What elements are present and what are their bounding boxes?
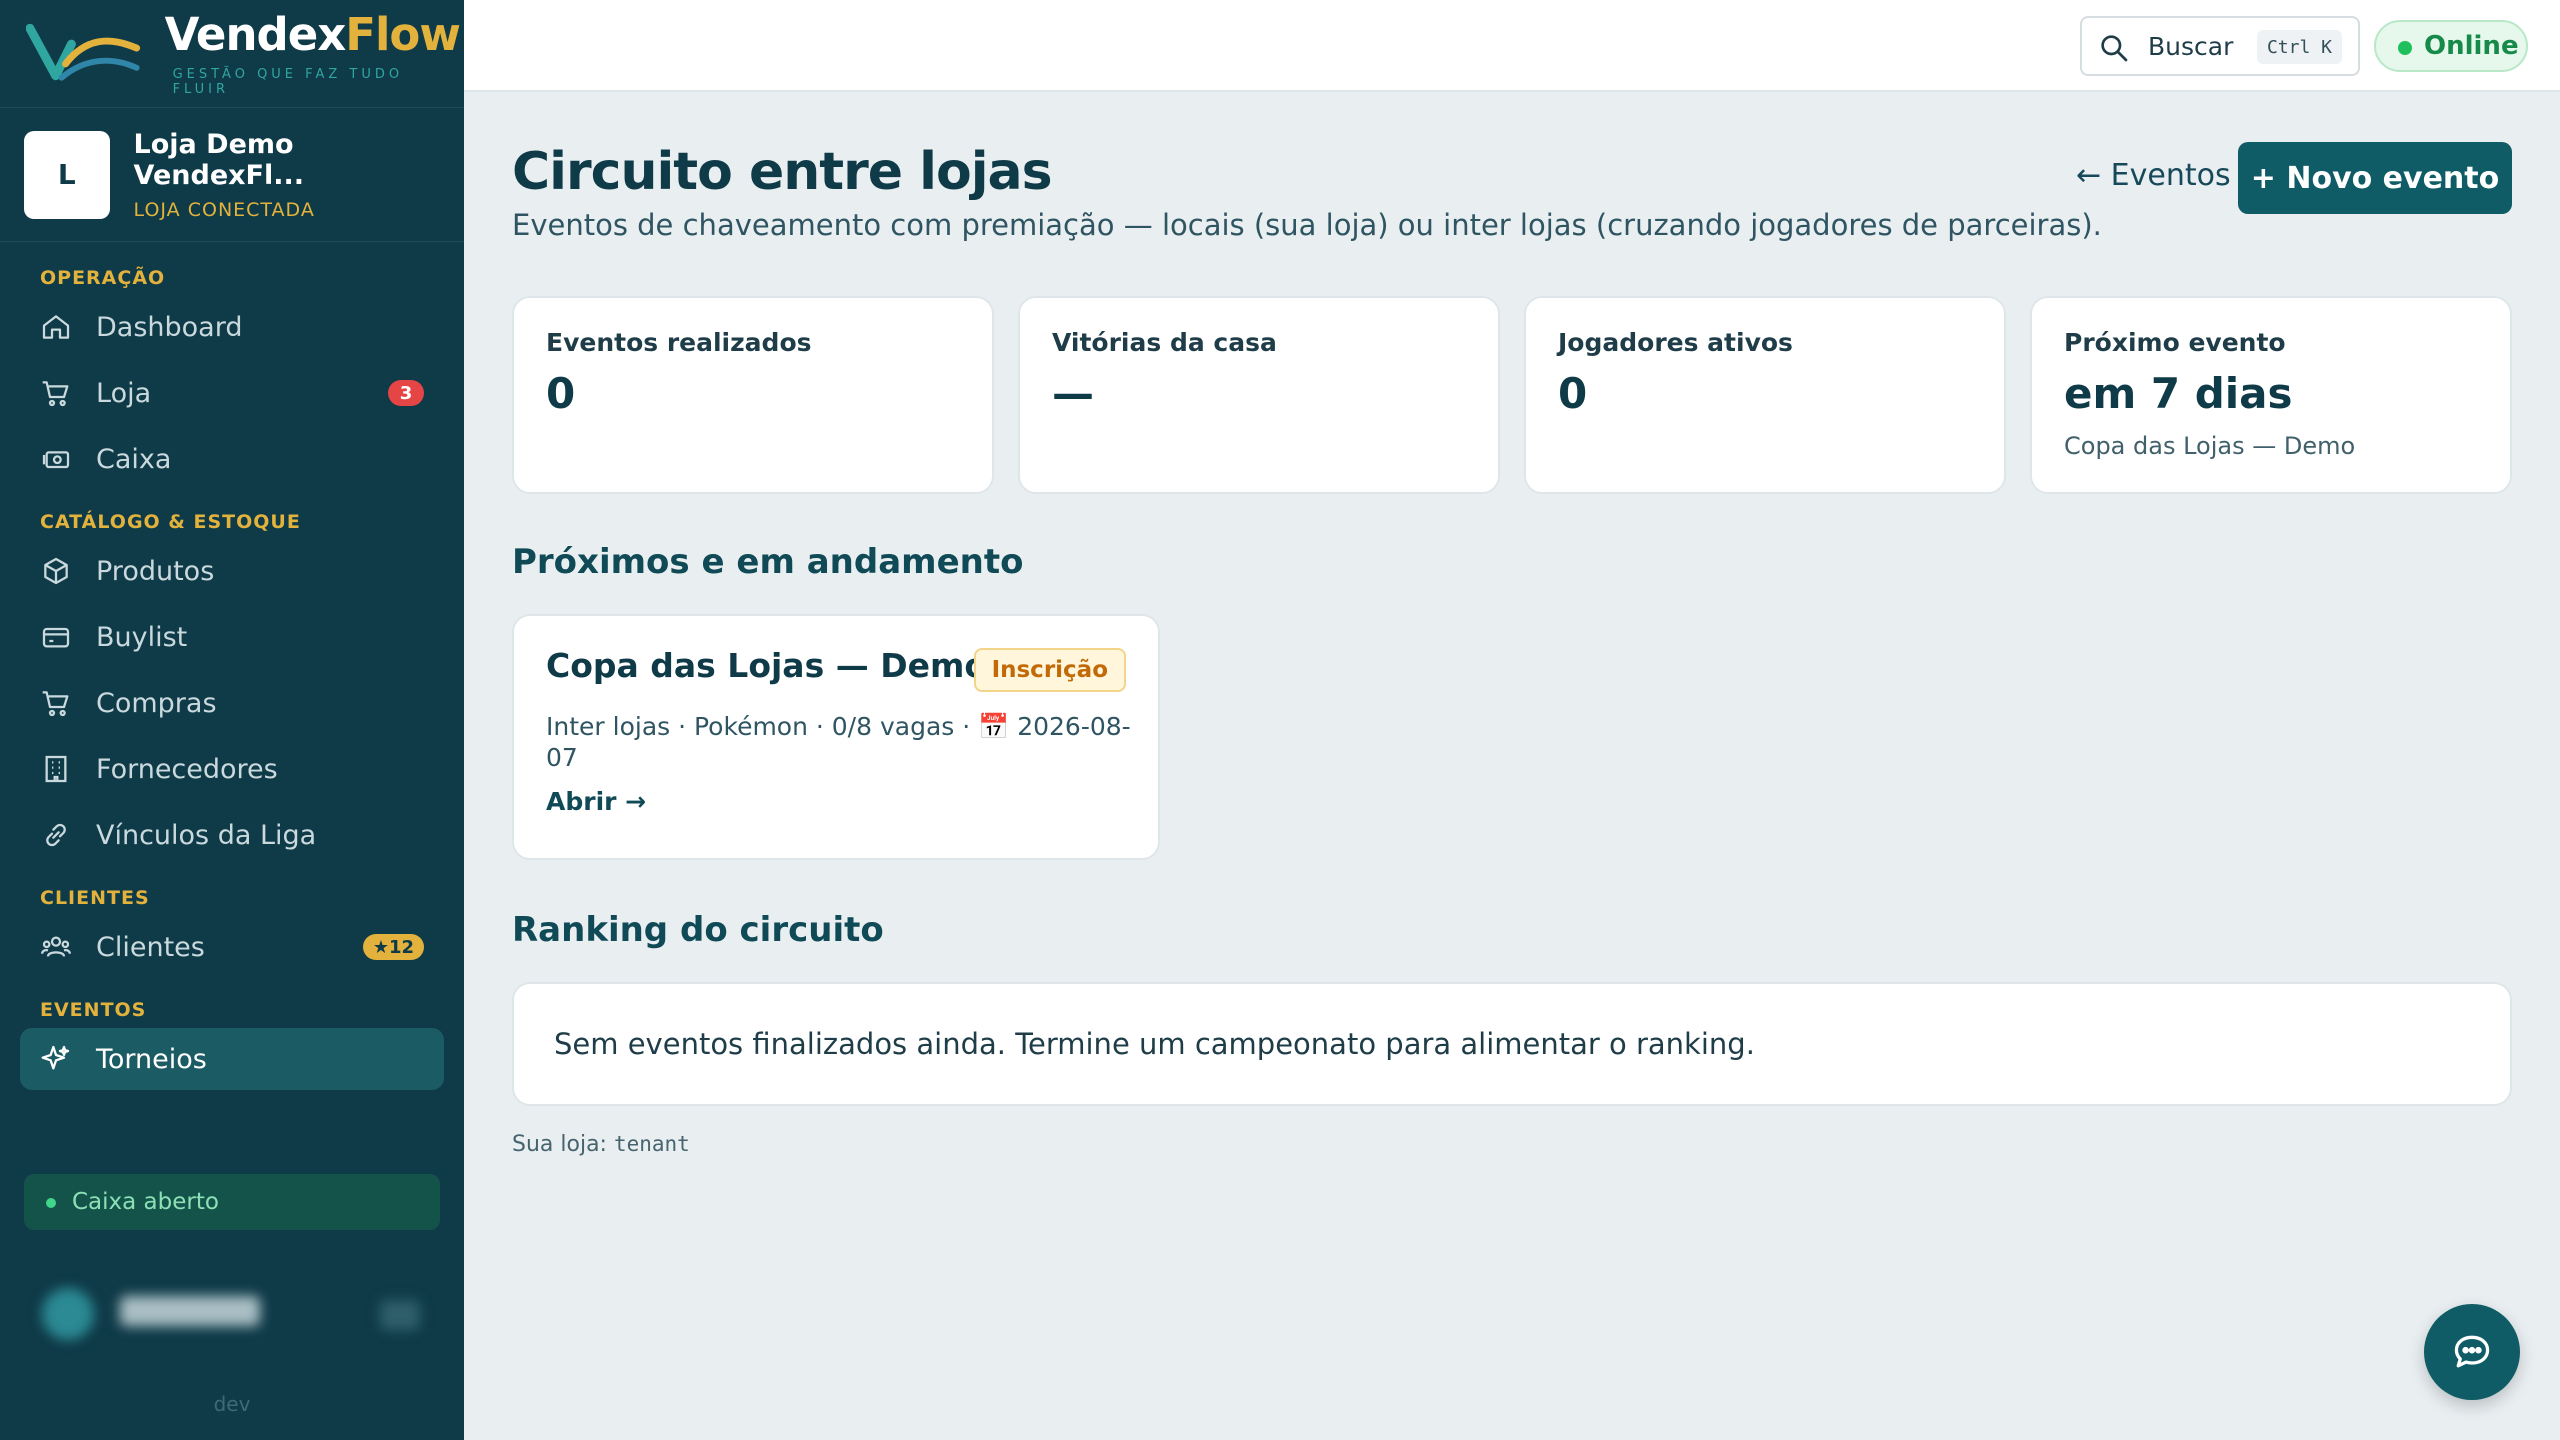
card-icon bbox=[42, 627, 70, 648]
brand-name-part1: Vendex bbox=[164, 7, 347, 61]
sidebar-nav: OPERAÇÃO Dashboard Loja 3 Caixa CATÁLOGO… bbox=[0, 260, 464, 1094]
section-title-upcoming: Próximos e em andamento bbox=[512, 542, 1024, 582]
sidebar-item-clientes[interactable]: Clientes ★12 bbox=[20, 916, 444, 978]
store-status: LOJA CONECTADA bbox=[133, 198, 315, 221]
search-icon bbox=[2101, 35, 2128, 62]
sidebar-item-dashboard[interactable]: Dashboard bbox=[20, 296, 444, 358]
ranking-empty-state: Sem eventos finalizados ainda. Termine u… bbox=[512, 982, 2512, 1106]
new-event-button[interactable]: + Novo evento bbox=[2238, 142, 2512, 214]
online-label: Online bbox=[2424, 31, 2519, 61]
sidebar-item-label: Dashboard bbox=[96, 311, 243, 343]
stat-value: — bbox=[1052, 369, 1094, 418]
sidebar-item-label: Fornecedores bbox=[96, 753, 278, 785]
caixa-status-pill[interactable]: Caixa aberto bbox=[24, 1174, 440, 1230]
nav-section-eventos: EVENTOS bbox=[40, 999, 147, 1021]
sidebar-item-label: Compras bbox=[96, 687, 217, 719]
search-label: Buscar bbox=[2148, 31, 2234, 61]
box-icon bbox=[44, 557, 68, 585]
vendexflow-logo-icon bbox=[26, 23, 141, 81]
tenant-note: Sua loja: tenant bbox=[512, 1132, 690, 1157]
cart-icon bbox=[42, 691, 69, 717]
page-subtitle: Eventos de chaveamento com premiação — l… bbox=[512, 208, 2102, 242]
nav-section-catalogo: CATÁLOGO & ESTOQUE bbox=[40, 511, 301, 533]
link-icon bbox=[46, 823, 66, 847]
sparkle-icon bbox=[41, 1045, 70, 1070]
back-to-eventos-link[interactable]: ← Eventos bbox=[2076, 158, 2231, 193]
building-icon bbox=[45, 755, 67, 783]
cart-icon bbox=[42, 381, 69, 407]
sidebar-item-compras[interactable]: Compras bbox=[20, 672, 444, 734]
chat-bubble-icon bbox=[2454, 1335, 2490, 1368]
tenant-value: tenant bbox=[613, 1132, 690, 1156]
tenant-label: Sua loja: bbox=[512, 1132, 607, 1157]
stat-card-proximo-evento: Próximo evento em 7 dias Copa das Lojas … bbox=[2030, 296, 2512, 494]
search-button[interactable]: Buscar Ctrl K bbox=[2080, 16, 2360, 76]
stat-card-eventos-realizados: Eventos realizados 0 bbox=[512, 296, 994, 494]
nav-section-operacao: OPERAÇÃO bbox=[40, 267, 166, 289]
clientes-star-badge: ★12 bbox=[362, 934, 424, 960]
store-switcher[interactable]: L Loja Demo VendexFl... LOJA CONECTADA bbox=[0, 108, 464, 242]
search-shortcut: Ctrl K bbox=[2256, 30, 2342, 64]
stat-label: Jogadores ativos bbox=[1558, 328, 1793, 357]
sidebar-item-label: Caixa bbox=[96, 443, 172, 475]
home-icon bbox=[42, 315, 70, 339]
stat-card-vitorias-casa: Vitórias da casa — bbox=[1018, 296, 1500, 494]
env-label: dev bbox=[213, 1392, 251, 1416]
stat-label: Vitórias da casa bbox=[1052, 328, 1277, 357]
user-name-blurred bbox=[120, 1296, 260, 1326]
ranking-empty-text: Sem eventos finalizados ainda. Termine u… bbox=[554, 1027, 1755, 1061]
sidebar-item-fornecedores[interactable]: Fornecedores bbox=[20, 738, 444, 800]
online-dot bbox=[2398, 41, 2412, 55]
store-name: Loja Demo VendexFl... bbox=[133, 128, 305, 191]
user-avatar bbox=[42, 1288, 94, 1340]
stat-value: em 7 dias bbox=[2064, 369, 2293, 418]
stat-label: Próximo evento bbox=[2064, 328, 2286, 357]
section-title-ranking: Ranking do circuito bbox=[512, 910, 884, 950]
sidebar-item-loja[interactable]: Loja 3 bbox=[20, 362, 444, 424]
user-menu-blurred bbox=[380, 1300, 420, 1330]
chat-button[interactable] bbox=[2424, 1304, 2520, 1400]
event-meta: Inter lojas · Pokémon · 0/8 vagas · 📅 20… bbox=[546, 712, 1131, 772]
stat-value: 0 bbox=[546, 369, 576, 418]
sidebar-item-buylist[interactable]: Buylist bbox=[20, 606, 444, 668]
stat-card-jogadores-ativos: Jogadores ativos 0 bbox=[1524, 296, 2006, 494]
stat-value: 0 bbox=[1558, 369, 1588, 418]
page-title: Circuito entre lojas bbox=[512, 142, 1053, 202]
sidebar-item-label: Loja bbox=[96, 377, 152, 409]
store-avatar: L bbox=[24, 130, 110, 219]
stat-note: Copa das Lojas — Demo bbox=[2064, 432, 2356, 460]
brand-tagline: GESTÃO QUE FAZ TUDO FLUIR bbox=[172, 66, 404, 97]
sidebar-item-label: Buylist bbox=[96, 621, 188, 653]
topbar: Buscar Ctrl K Online bbox=[464, 0, 2560, 92]
sidebar-item-label: Clientes bbox=[96, 931, 205, 963]
sidebar-item-vinculos[interactable]: Vínculos da Liga bbox=[20, 804, 444, 866]
sidebar-item-torneios[interactable]: Torneios bbox=[20, 1028, 444, 1090]
event-card[interactable]: Copa das Lojas — Demo Inscrição Inter lo… bbox=[512, 614, 1160, 860]
sidebar-item-produtos[interactable]: Produtos bbox=[20, 540, 444, 602]
stat-label: Eventos realizados bbox=[546, 328, 812, 357]
caixa-status-text: Caixa aberto bbox=[72, 1189, 219, 1215]
caixa-status-dot bbox=[46, 1198, 56, 1208]
brand[interactable]: VendexFlow GESTÃO QUE FAZ TUDO FLUIR bbox=[0, 0, 464, 108]
sidebar-item-label: Vínculos da Liga bbox=[96, 819, 317, 851]
sidebar-item-label: Produtos bbox=[96, 555, 215, 587]
event-status-badge: Inscrição bbox=[973, 648, 1126, 692]
brand-name-part2: Flow bbox=[345, 7, 461, 61]
sidebar: VendexFlow GESTÃO QUE FAZ TUDO FLUIR L L… bbox=[0, 0, 464, 1440]
online-status-badge: Online bbox=[2374, 20, 2528, 72]
sidebar-item-label: Torneios bbox=[96, 1043, 207, 1075]
users-icon bbox=[40, 936, 72, 957]
sidebar-item-caixa[interactable]: Caixa bbox=[20, 428, 444, 490]
user-profile-blurred[interactable] bbox=[24, 1276, 440, 1348]
nav-section-clientes: CLIENTES bbox=[40, 887, 150, 909]
loja-count-badge: 3 bbox=[388, 380, 424, 406]
cash-icon bbox=[42, 451, 70, 469]
event-open-link[interactable]: Abrir → bbox=[546, 787, 1126, 816]
